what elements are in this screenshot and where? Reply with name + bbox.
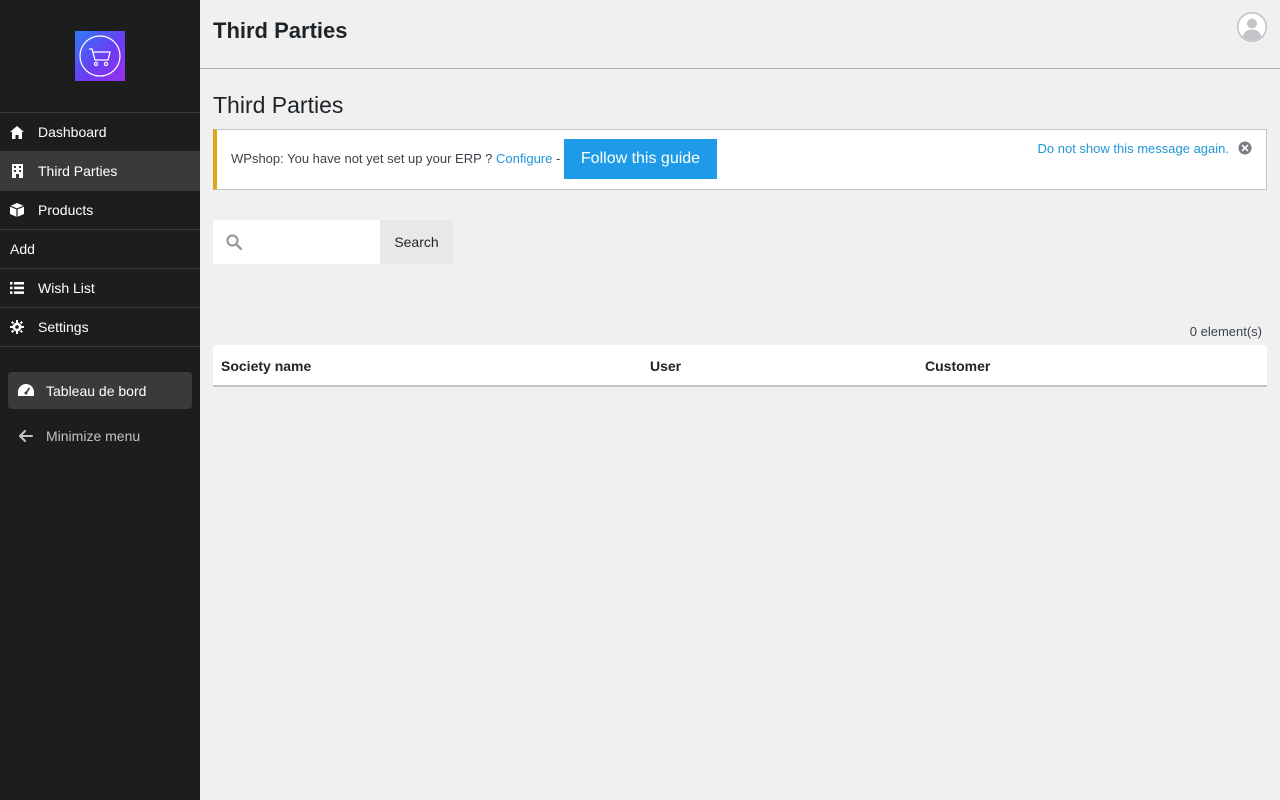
- top-header: Third Parties: [200, 0, 1280, 69]
- column-header-society-name[interactable]: Society name: [221, 358, 311, 374]
- sidebar-item-label: Products: [38, 202, 94, 218]
- box-icon: [10, 203, 24, 217]
- search-icon: [226, 234, 243, 251]
- minimize-menu-button[interactable]: Minimize menu: [8, 417, 192, 454]
- building-icon: [10, 164, 24, 178]
- sidebar-item-label: Wish List: [38, 280, 95, 296]
- gauge-icon: [18, 383, 34, 399]
- sidebar-item-label: Third Parties: [38, 163, 118, 179]
- tableau-de-bord-label: Tableau de bord: [46, 382, 147, 399]
- cart-icon: [79, 35, 121, 77]
- notice-message: WPshop: You have not yet set up your ERP…: [231, 151, 496, 166]
- sidebar-item-settings[interactable]: Settings: [0, 308, 200, 347]
- sidebar-item-dashboard[interactable]: Dashboard: [0, 113, 200, 152]
- shop-logo[interactable]: [75, 31, 125, 81]
- erp-notice: WPshop: You have not yet set up your ERP…: [213, 129, 1267, 190]
- tableau-de-bord-button[interactable]: Tableau de bord: [8, 372, 192, 409]
- search-field: [213, 220, 380, 264]
- third-parties-table: Society name User Customer: [213, 345, 1267, 387]
- sidebar-item-label: Dashboard: [38, 124, 107, 140]
- notice-separator: -: [552, 151, 561, 166]
- sidebar: Dashboard Third Parties Products Add Wis…: [0, 0, 200, 800]
- configure-link[interactable]: Configure: [496, 151, 552, 166]
- list-icon: [10, 281, 24, 295]
- element-count: 0 element(s): [1189, 324, 1262, 339]
- search-bar: Search: [213, 220, 453, 264]
- sidebar-item-third-parties[interactable]: Third Parties: [0, 152, 200, 191]
- sidebar-item-label: Settings: [38, 319, 89, 335]
- minimize-menu-label: Minimize menu: [46, 427, 141, 444]
- column-header-customer[interactable]: Customer: [925, 358, 990, 374]
- logo-area: [0, 0, 200, 113]
- avatar[interactable]: [1237, 12, 1267, 42]
- notice-text: WPshop: You have not yet set up your ERP…: [231, 151, 560, 166]
- sidebar-item-products[interactable]: Products: [0, 191, 200, 230]
- sidebar-item-wish-list[interactable]: Wish List: [0, 269, 200, 308]
- gear-icon: [10, 320, 24, 334]
- home-icon: [10, 125, 24, 139]
- page-title: Third Parties: [213, 92, 344, 118]
- sidebar-item-add[interactable]: Add: [0, 230, 200, 269]
- search-button[interactable]: Search: [380, 220, 453, 264]
- follow-guide-button[interactable]: Follow this guide: [564, 139, 717, 179]
- dismiss-message-link[interactable]: Do not show this message again.: [1038, 141, 1230, 156]
- header-title: Third Parties: [213, 18, 348, 43]
- close-icon[interactable]: [1238, 141, 1252, 155]
- column-header-user[interactable]: User: [650, 358, 681, 374]
- user-icon: [1237, 12, 1267, 42]
- arrow-left-icon: [18, 428, 34, 444]
- sidebar-item-label: Add: [10, 241, 35, 257]
